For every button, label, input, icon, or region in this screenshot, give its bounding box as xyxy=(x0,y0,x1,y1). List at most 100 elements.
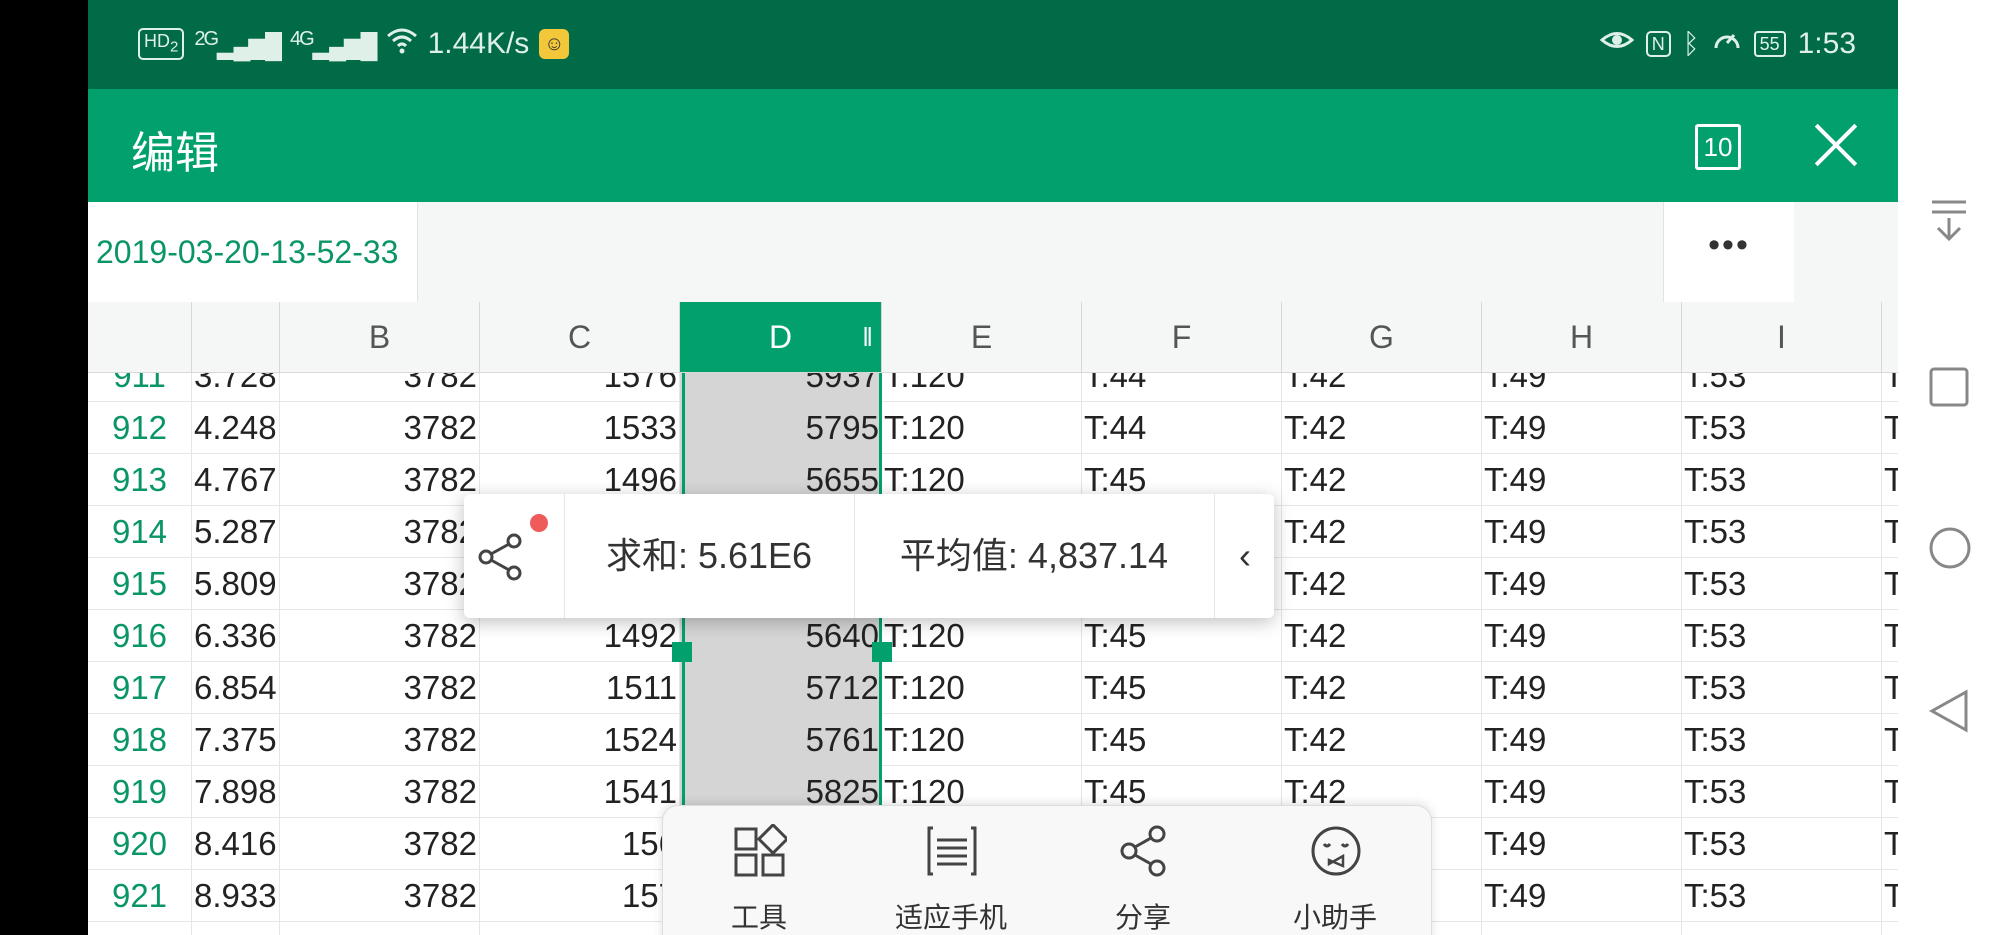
cell-i[interactable]: T:53 xyxy=(1682,454,1882,506)
recent-apps-icon[interactable] xyxy=(1928,366,1970,408)
cell-b[interactable]: 3782 xyxy=(280,766,480,818)
column-resize-handle[interactable]: ‖ xyxy=(862,302,873,372)
home-icon[interactable] xyxy=(1928,526,1972,570)
cell-j[interactable]: T xyxy=(1882,714,1898,766)
selection-handle-right[interactable] xyxy=(872,642,892,662)
cell-h[interactable]: T:49 xyxy=(1482,870,1682,922)
cell-h[interactable]: T:49 xyxy=(1482,402,1682,454)
column-header-g[interactable]: G xyxy=(1282,302,1482,372)
fit-phone-button[interactable]: 适应手机 xyxy=(855,806,1047,935)
cell-b[interactable]: 3782 xyxy=(280,454,480,506)
cell-a[interactable]: 6.854 xyxy=(192,662,280,714)
more-button[interactable]: ••• xyxy=(1663,202,1794,302)
sum-value[interactable]: 求和: 5.61E6 xyxy=(564,494,855,618)
row-number[interactable]: 921 xyxy=(88,870,192,922)
cell-e[interactable]: T:120 xyxy=(882,402,1082,454)
row-number[interactable]: 912 xyxy=(88,402,192,454)
cell-b[interactable]: 3782 xyxy=(280,922,480,935)
cell-j[interactable]: T xyxy=(1882,558,1898,610)
selection-handle-left[interactable] xyxy=(672,642,692,662)
cell-a[interactable]: 7.375 xyxy=(192,714,280,766)
cell-c[interactable]: 156 xyxy=(480,818,680,870)
cell-b[interactable]: 3782 xyxy=(280,402,480,454)
cell-g[interactable]: T:42 xyxy=(1282,662,1482,714)
cell-h[interactable]: T:49 xyxy=(1482,922,1682,935)
cell-h[interactable]: T:49 xyxy=(1482,558,1682,610)
cell-g[interactable]: T:42 xyxy=(1282,714,1482,766)
cell-b[interactable]: 3782 xyxy=(280,870,480,922)
notification-pulldown-icon[interactable] xyxy=(1928,198,1970,244)
row-number[interactable]: 918 xyxy=(88,714,192,766)
cell-d[interactable]: 5712 xyxy=(680,662,882,714)
cell-b[interactable]: 3782 xyxy=(280,662,480,714)
cell-c[interactable]: 157 xyxy=(480,870,680,922)
cell-j[interactable]: T xyxy=(1882,870,1898,922)
row-number[interactable]: 916 xyxy=(88,610,192,662)
cell-c[interactable]: 1541 xyxy=(480,766,680,818)
cell-g[interactable]: T:42 xyxy=(1282,558,1482,610)
average-value[interactable]: 平均值: 4,837.14 xyxy=(854,494,1215,618)
cell-b[interactable]: 3782 xyxy=(280,558,480,610)
popup-collapse-button[interactable]: ‹ xyxy=(1216,494,1274,618)
cell-a[interactable]: 5.809 xyxy=(192,558,280,610)
cell-b[interactable]: 3782 xyxy=(280,610,480,662)
cell-g[interactable]: T:42 xyxy=(1282,610,1482,662)
cell-a[interactable]: 8.416 xyxy=(192,818,280,870)
column-header-e[interactable]: E xyxy=(882,302,1082,372)
cell-b[interactable]: 3782 xyxy=(280,818,480,870)
column-header-f[interactable]: F xyxy=(1082,302,1282,372)
row-number[interactable]: 913 xyxy=(88,454,192,506)
cell-e[interactable]: T:120 xyxy=(882,714,1082,766)
cell-i[interactable]: T:53 xyxy=(1682,662,1882,714)
assistant-button[interactable]: 小助手 xyxy=(1239,806,1431,935)
cell-c[interactable]: 1511 xyxy=(480,662,680,714)
column-header-a[interactable] xyxy=(192,302,280,372)
cell-i[interactable]: T:53 xyxy=(1682,818,1882,870)
cell-a[interactable]: 6.336 xyxy=(192,610,280,662)
popup-share-button[interactable] xyxy=(464,494,565,618)
cell-a[interactable]: 5.287 xyxy=(192,506,280,558)
cell-h[interactable]: T:49 xyxy=(1482,714,1682,766)
sheet-count-button[interactable]: 10 xyxy=(1695,124,1741,170)
cell-e[interactable]: T:120 xyxy=(882,662,1082,714)
cell-h[interactable]: T:49 xyxy=(1482,662,1682,714)
cell-h[interactable]: T:49 xyxy=(1482,818,1682,870)
cell-a[interactable]: 9.452 xyxy=(192,922,280,935)
sheet-tab[interactable]: 2019-03-20-13-52-33 xyxy=(88,202,418,302)
column-header-i[interactable]: I xyxy=(1682,302,1882,372)
tools-button[interactable]: 工具 xyxy=(663,806,855,935)
cell-f[interactable]: T:44 xyxy=(1082,402,1282,454)
cell-f[interactable]: T:45 xyxy=(1082,714,1282,766)
cell-i[interactable]: T:53 xyxy=(1682,922,1882,935)
cell-g[interactable]: T:42 xyxy=(1282,454,1482,506)
cell-g[interactable]: T:42 xyxy=(1282,402,1482,454)
row-number[interactable]: 914 xyxy=(88,506,192,558)
row-number[interactable]: 917 xyxy=(88,662,192,714)
cell-b[interactable]: 3782 xyxy=(280,714,480,766)
cell-i[interactable]: T:53 xyxy=(1682,402,1882,454)
close-button[interactable] xyxy=(1808,117,1864,173)
row-number[interactable]: 920 xyxy=(88,818,192,870)
cell-a[interactable]: 8.933 xyxy=(192,870,280,922)
cell-j[interactable]: T xyxy=(1882,922,1898,935)
column-header-h[interactable]: H xyxy=(1482,302,1682,372)
cell-j[interactable]: T xyxy=(1882,818,1898,870)
cell-a[interactable]: 4.248 xyxy=(192,402,280,454)
cell-d[interactable]: 5761 xyxy=(680,714,882,766)
column-header-d[interactable]: D ‖ xyxy=(680,302,882,372)
cell-j[interactable]: T xyxy=(1882,662,1898,714)
column-header-c[interactable]: C xyxy=(480,302,680,372)
cell-c[interactable]: 1533 xyxy=(480,402,680,454)
cell-i[interactable]: T:53 xyxy=(1682,558,1882,610)
row-number[interactable]: 915 xyxy=(88,558,192,610)
cell-a[interactable]: 4.767 xyxy=(192,454,280,506)
column-header-j[interactable] xyxy=(1882,302,1898,372)
cell-j[interactable]: T xyxy=(1882,766,1898,818)
cell-i[interactable]: T:53 xyxy=(1682,766,1882,818)
back-icon[interactable] xyxy=(1928,688,1970,734)
cell-i[interactable]: T:53 xyxy=(1682,506,1882,558)
share-button[interactable]: 分享 xyxy=(1047,806,1239,935)
cell-i[interactable]: T:53 xyxy=(1682,610,1882,662)
cell-c[interactable]: 159 xyxy=(480,922,680,935)
cell-h[interactable]: T:49 xyxy=(1482,454,1682,506)
